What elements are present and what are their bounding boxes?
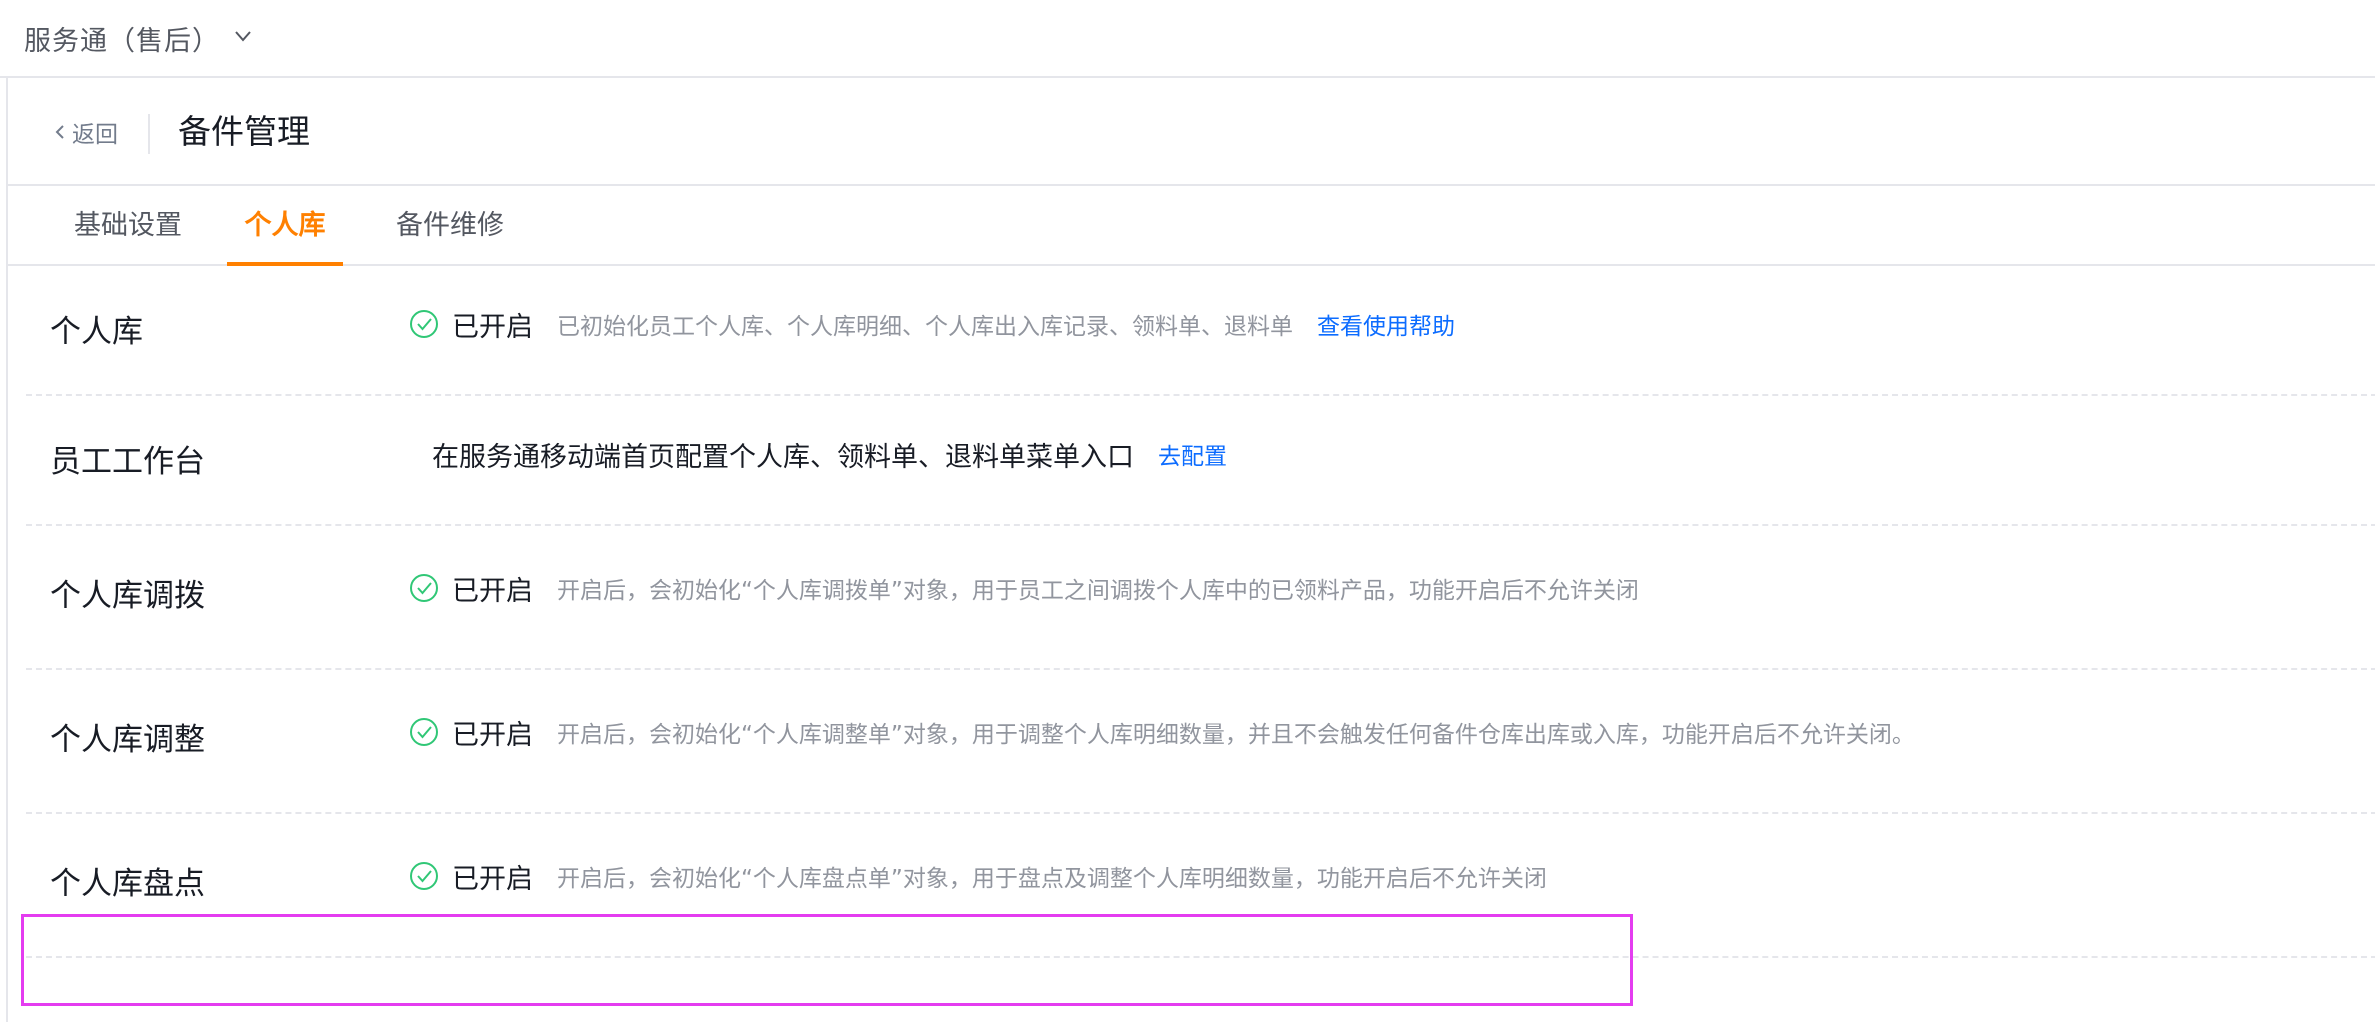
status-enabled: 已开启 [452, 311, 533, 343]
setting-description: 在服务通移动端首页配置个人库、领料单、退料单菜单入口 [432, 441, 1134, 473]
configure-link[interactable]: 去配置 [1158, 437, 1227, 471]
tab-personal-warehouse[interactable]: 个人库 [227, 186, 343, 266]
status-enabled: 已开启 [452, 863, 533, 895]
setting-label: 个人库 [50, 314, 143, 350]
setting-row-personal-adjust: 个人库调整 已开启 开启后，会初始化“个人库调整单”对象，用于调整个人库明细数量… [26, 670, 2375, 814]
setting-row-employee-workbench: 员工工作台 在服务通移动端首页配置个人库、领料单、退料单菜单入口 去配置 [26, 396, 2375, 526]
setting-row-personal-warehouse: 个人库 已开启 已初始化员工个人库、个人库明细、个人库出入库记录、领料单、退料单… [26, 266, 2375, 396]
status-enabled: 已开启 [452, 719, 533, 751]
tab-basic-settings[interactable]: 基础设置 [66, 186, 190, 266]
chevron-down-icon[interactable] [232, 25, 254, 47]
check-circle-icon [410, 574, 438, 602]
chevron-left-icon [55, 125, 64, 139]
back-label: 返回 [72, 122, 118, 148]
help-link[interactable]: 查看使用帮助 [1317, 307, 1455, 341]
app-title[interactable]: 服务通（售后） [24, 19, 220, 58]
setting-description: 开启后，会初始化“个人库盘点单”对象，用于盘点及调整个人库明细数量，功能开启后不… [557, 866, 1547, 892]
main-panel: 返回 备件管理 基础设置 个人库 备件维修 个人库 已开启 已初始化员工个人库、… [6, 78, 2375, 1022]
header-divider [148, 114, 150, 154]
app-switcher-bar: 服务通（售后） [0, 0, 2375, 78]
check-circle-icon [410, 310, 438, 338]
tab-spare-parts-repair[interactable]: 备件维修 [388, 186, 512, 266]
page-header: 返回 备件管理 [8, 78, 2375, 186]
setting-label: 员工工作台 [50, 444, 205, 480]
setting-description: 已初始化员工个人库、个人库明细、个人库出入库记录、领料单、退料单 [557, 314, 1293, 340]
setting-label: 个人库调拨 [50, 578, 205, 614]
highlight-box [21, 914, 1633, 1006]
tab-bar: 基础设置 个人库 备件维修 [8, 186, 2375, 266]
back-button[interactable]: 返回 [52, 112, 118, 152]
setting-row-personal-transfer: 个人库调拨 已开启 开启后，会初始化“个人库调拨单”对象，用于员工之间调拨个人库… [26, 526, 2375, 670]
setting-label: 个人库盘点 [50, 866, 205, 902]
check-circle-icon [410, 718, 438, 746]
page-title: 备件管理 [178, 112, 310, 151]
status-enabled: 已开启 [452, 575, 533, 607]
check-circle-icon [410, 862, 438, 890]
setting-description: 开启后，会初始化“个人库调拨单”对象，用于员工之间调拨个人库中的已领料产品，功能… [557, 578, 1639, 604]
setting-description: 开启后，会初始化“个人库调整单”对象，用于调整个人库明细数量，并且不会触发任何备… [557, 722, 1915, 748]
setting-label: 个人库调整 [50, 722, 205, 758]
